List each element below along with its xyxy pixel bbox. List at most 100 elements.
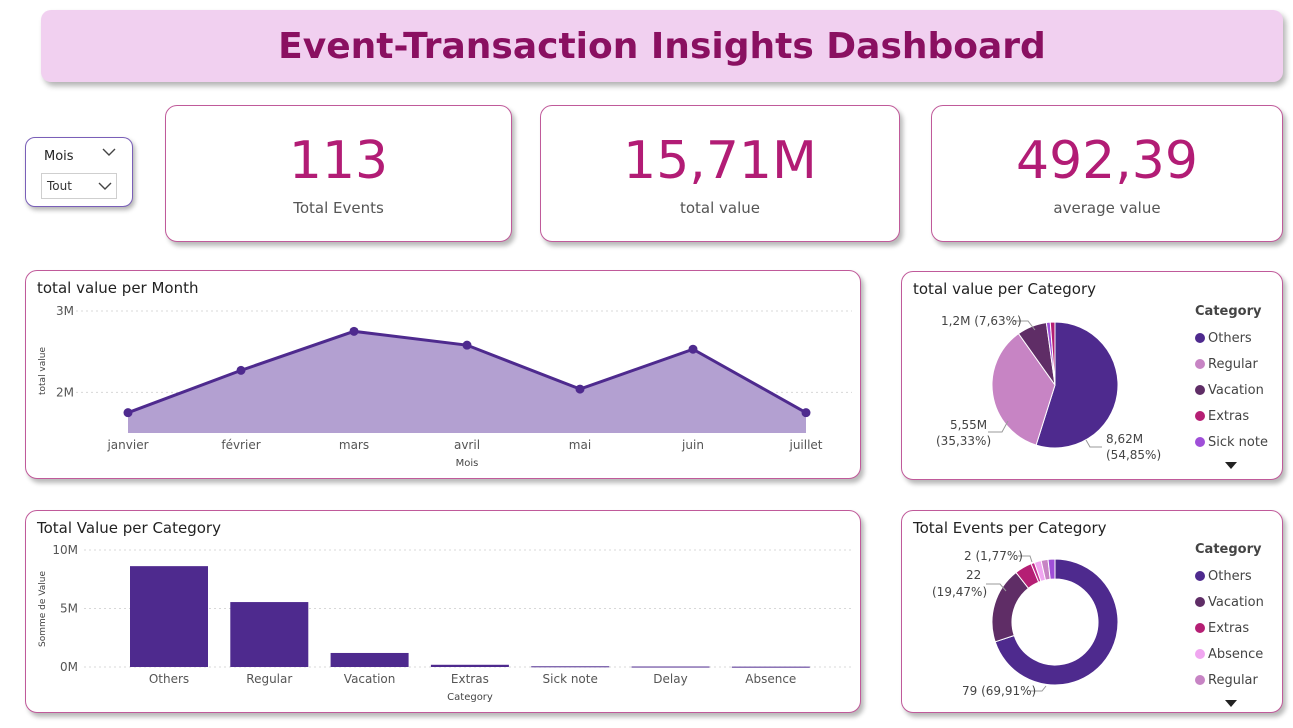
legend-swatch bbox=[1195, 385, 1205, 395]
x-tick-label: juin bbox=[681, 438, 704, 452]
legend-item[interactable]: Regular bbox=[1195, 667, 1264, 693]
x-tick-label: Regular bbox=[246, 672, 292, 686]
legend-swatch bbox=[1195, 623, 1205, 633]
legend-item[interactable]: Sick note bbox=[1195, 429, 1268, 455]
x-tick-label: mai bbox=[569, 438, 591, 452]
y-axis-label: Somme de Value bbox=[38, 571, 48, 647]
legend-swatch bbox=[1195, 359, 1205, 369]
y-tick-label: 5M bbox=[60, 602, 78, 616]
x-axis-label: Mois bbox=[456, 458, 479, 469]
page-title: Event-Transaction Insights Dashboard bbox=[278, 25, 1046, 67]
legend-item[interactable]: Extras bbox=[1195, 403, 1268, 429]
kpi-card-average-value: 492,39 average value bbox=[931, 105, 1283, 242]
x-tick-label: juillet bbox=[788, 438, 822, 452]
caret-down-icon[interactable] bbox=[1225, 462, 1237, 470]
data-point bbox=[575, 384, 585, 394]
kpi-value: 15,71M bbox=[623, 130, 817, 191]
y-tick-label: 0M bbox=[60, 660, 78, 674]
legend-label: Sick note bbox=[1208, 434, 1268, 450]
legend-label: Vacation bbox=[1208, 382, 1264, 398]
slicer-title: Mois bbox=[44, 149, 74, 164]
x-axis-label: Category bbox=[447, 692, 493, 703]
data-point bbox=[801, 408, 811, 418]
data-label: (19,47%) bbox=[932, 585, 987, 599]
data-label: 22 bbox=[966, 568, 981, 582]
bar bbox=[430, 664, 509, 667]
bar bbox=[230, 602, 309, 667]
legend-title: Category bbox=[1195, 542, 1262, 557]
chart-card-events-per-category: Total Events per Category 2 (1,77%) 22 (… bbox=[901, 510, 1283, 713]
legend-label: Absence bbox=[1208, 646, 1264, 662]
chart-legend: Category Others Regular Vacation Extras Sick… bbox=[1195, 304, 1268, 474]
bar-chart: Others Regular Vacation Extras Sick note Dela… bbox=[38, 543, 852, 703]
pie-chart: 1,2M (7,63%) 5,55M (35,33%) 8,62M (54,85… bbox=[936, 314, 1161, 462]
x-tick-label: Vacation bbox=[344, 672, 396, 686]
chart-card-total-value-per-category: Total Value per Category Others Regular Va… bbox=[25, 510, 861, 713]
caret-down-icon[interactable] bbox=[1225, 700, 1237, 708]
data-point bbox=[349, 326, 359, 336]
kpi-value: 492,39 bbox=[1016, 130, 1198, 191]
chart-card-value-per-month: total value per Month janvier février mars… bbox=[25, 270, 861, 479]
legend-label: Regular bbox=[1208, 356, 1258, 372]
kpi-label: total value bbox=[679, 198, 761, 217]
chart-legend: Category Others Vacation Extras Absence Regu… bbox=[1195, 542, 1264, 712]
x-tick-label: Absence bbox=[745, 672, 796, 686]
chevron-down-icon[interactable] bbox=[102, 147, 116, 157]
legend-swatch bbox=[1195, 571, 1205, 581]
kpi-card-total-events: 113 Total Events bbox=[165, 105, 512, 242]
bar bbox=[531, 666, 610, 668]
legend-label: Extras bbox=[1208, 620, 1250, 636]
legend-swatch bbox=[1195, 333, 1205, 343]
x-tick-label: Extras bbox=[451, 672, 489, 686]
label-leader-line bbox=[1085, 439, 1102, 448]
title-banner: Event-Transaction Insights Dashboard bbox=[41, 10, 1283, 82]
kpi-value: 113 bbox=[288, 130, 389, 191]
y-axis-label: total value bbox=[38, 347, 48, 395]
x-tick-label: Others bbox=[149, 672, 189, 686]
chevron-down-icon bbox=[98, 182, 112, 190]
data-label: 2 (1,77%) bbox=[964, 549, 1023, 563]
data-label: 1,2M (7,63%) bbox=[941, 314, 1022, 328]
legend-item[interactable]: Extras bbox=[1195, 615, 1264, 641]
x-tick-label: Delay bbox=[653, 672, 687, 686]
x-tick-label: mars bbox=[339, 438, 369, 452]
bar bbox=[731, 666, 810, 668]
y-tick-label: 2M bbox=[56, 385, 74, 399]
bar bbox=[330, 652, 409, 667]
x-tick-label: Sick note bbox=[543, 672, 598, 686]
x-tick-label: février bbox=[221, 438, 260, 452]
area-chart: janvier février mars avril mai juin juillet 3M… bbox=[38, 304, 852, 469]
kpi-card-total-value: 15,71M total value bbox=[540, 105, 900, 242]
legend-label: Extras bbox=[1208, 408, 1250, 424]
legend-item[interactable]: Others bbox=[1195, 325, 1268, 351]
month-slicer[interactable]: Mois Tout bbox=[25, 137, 133, 207]
data-label: (54,85%) bbox=[1106, 448, 1161, 462]
y-tick-label: 3M bbox=[56, 304, 74, 318]
legend-item[interactable]: Regular bbox=[1195, 351, 1268, 377]
kpi-label: average value bbox=[1053, 198, 1161, 217]
slicer-dropdown[interactable]: Tout bbox=[41, 173, 117, 199]
data-label: (35,33%) bbox=[936, 434, 991, 448]
data-point bbox=[462, 340, 472, 350]
legend-label: Vacation bbox=[1208, 594, 1264, 610]
legend-label: Others bbox=[1208, 568, 1252, 584]
x-tick-label: avril bbox=[454, 438, 480, 452]
slicer-value: Tout bbox=[47, 179, 72, 193]
legend-label: Others bbox=[1208, 330, 1252, 346]
legend-item[interactable]: Absence bbox=[1195, 641, 1264, 667]
data-point bbox=[688, 344, 698, 354]
x-tick-label: janvier bbox=[106, 438, 148, 452]
data-label: 79 (69,91%) bbox=[962, 684, 1036, 698]
legend-swatch bbox=[1195, 437, 1205, 447]
y-tick-label: 10M bbox=[52, 543, 78, 557]
legend-item[interactable]: Vacation bbox=[1195, 377, 1268, 403]
pie-slice bbox=[991, 571, 1030, 643]
bar bbox=[631, 666, 710, 668]
legend-item[interactable]: Vacation bbox=[1195, 589, 1264, 615]
kpi-label: Total Events bbox=[293, 198, 384, 217]
legend-label: Regular bbox=[1208, 672, 1258, 688]
legend-swatch bbox=[1195, 597, 1205, 607]
chart-card-value-per-category: total value per Category 1,2M (7,63%) 5,… bbox=[901, 271, 1283, 480]
legend-item[interactable]: Others bbox=[1195, 563, 1264, 589]
legend-swatch bbox=[1195, 649, 1205, 659]
